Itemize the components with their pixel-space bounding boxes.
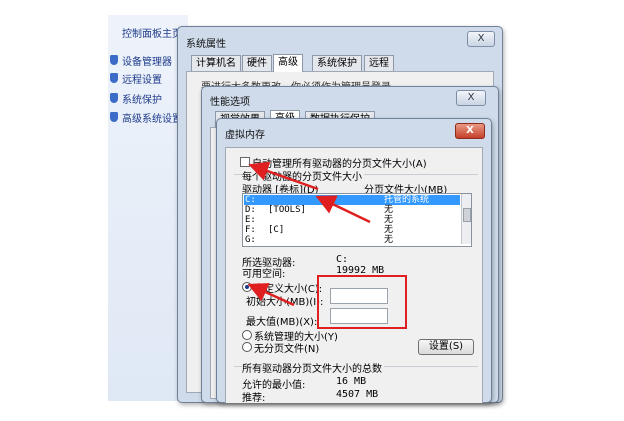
- arrow-to-auto-manage: [248, 161, 319, 191]
- annotation-overlay: [247, 161, 407, 329]
- highlight-box: [317, 275, 407, 329]
- arrow-to-custom-size: [247, 283, 295, 307]
- arrow-to-drive-c: [315, 195, 371, 224]
